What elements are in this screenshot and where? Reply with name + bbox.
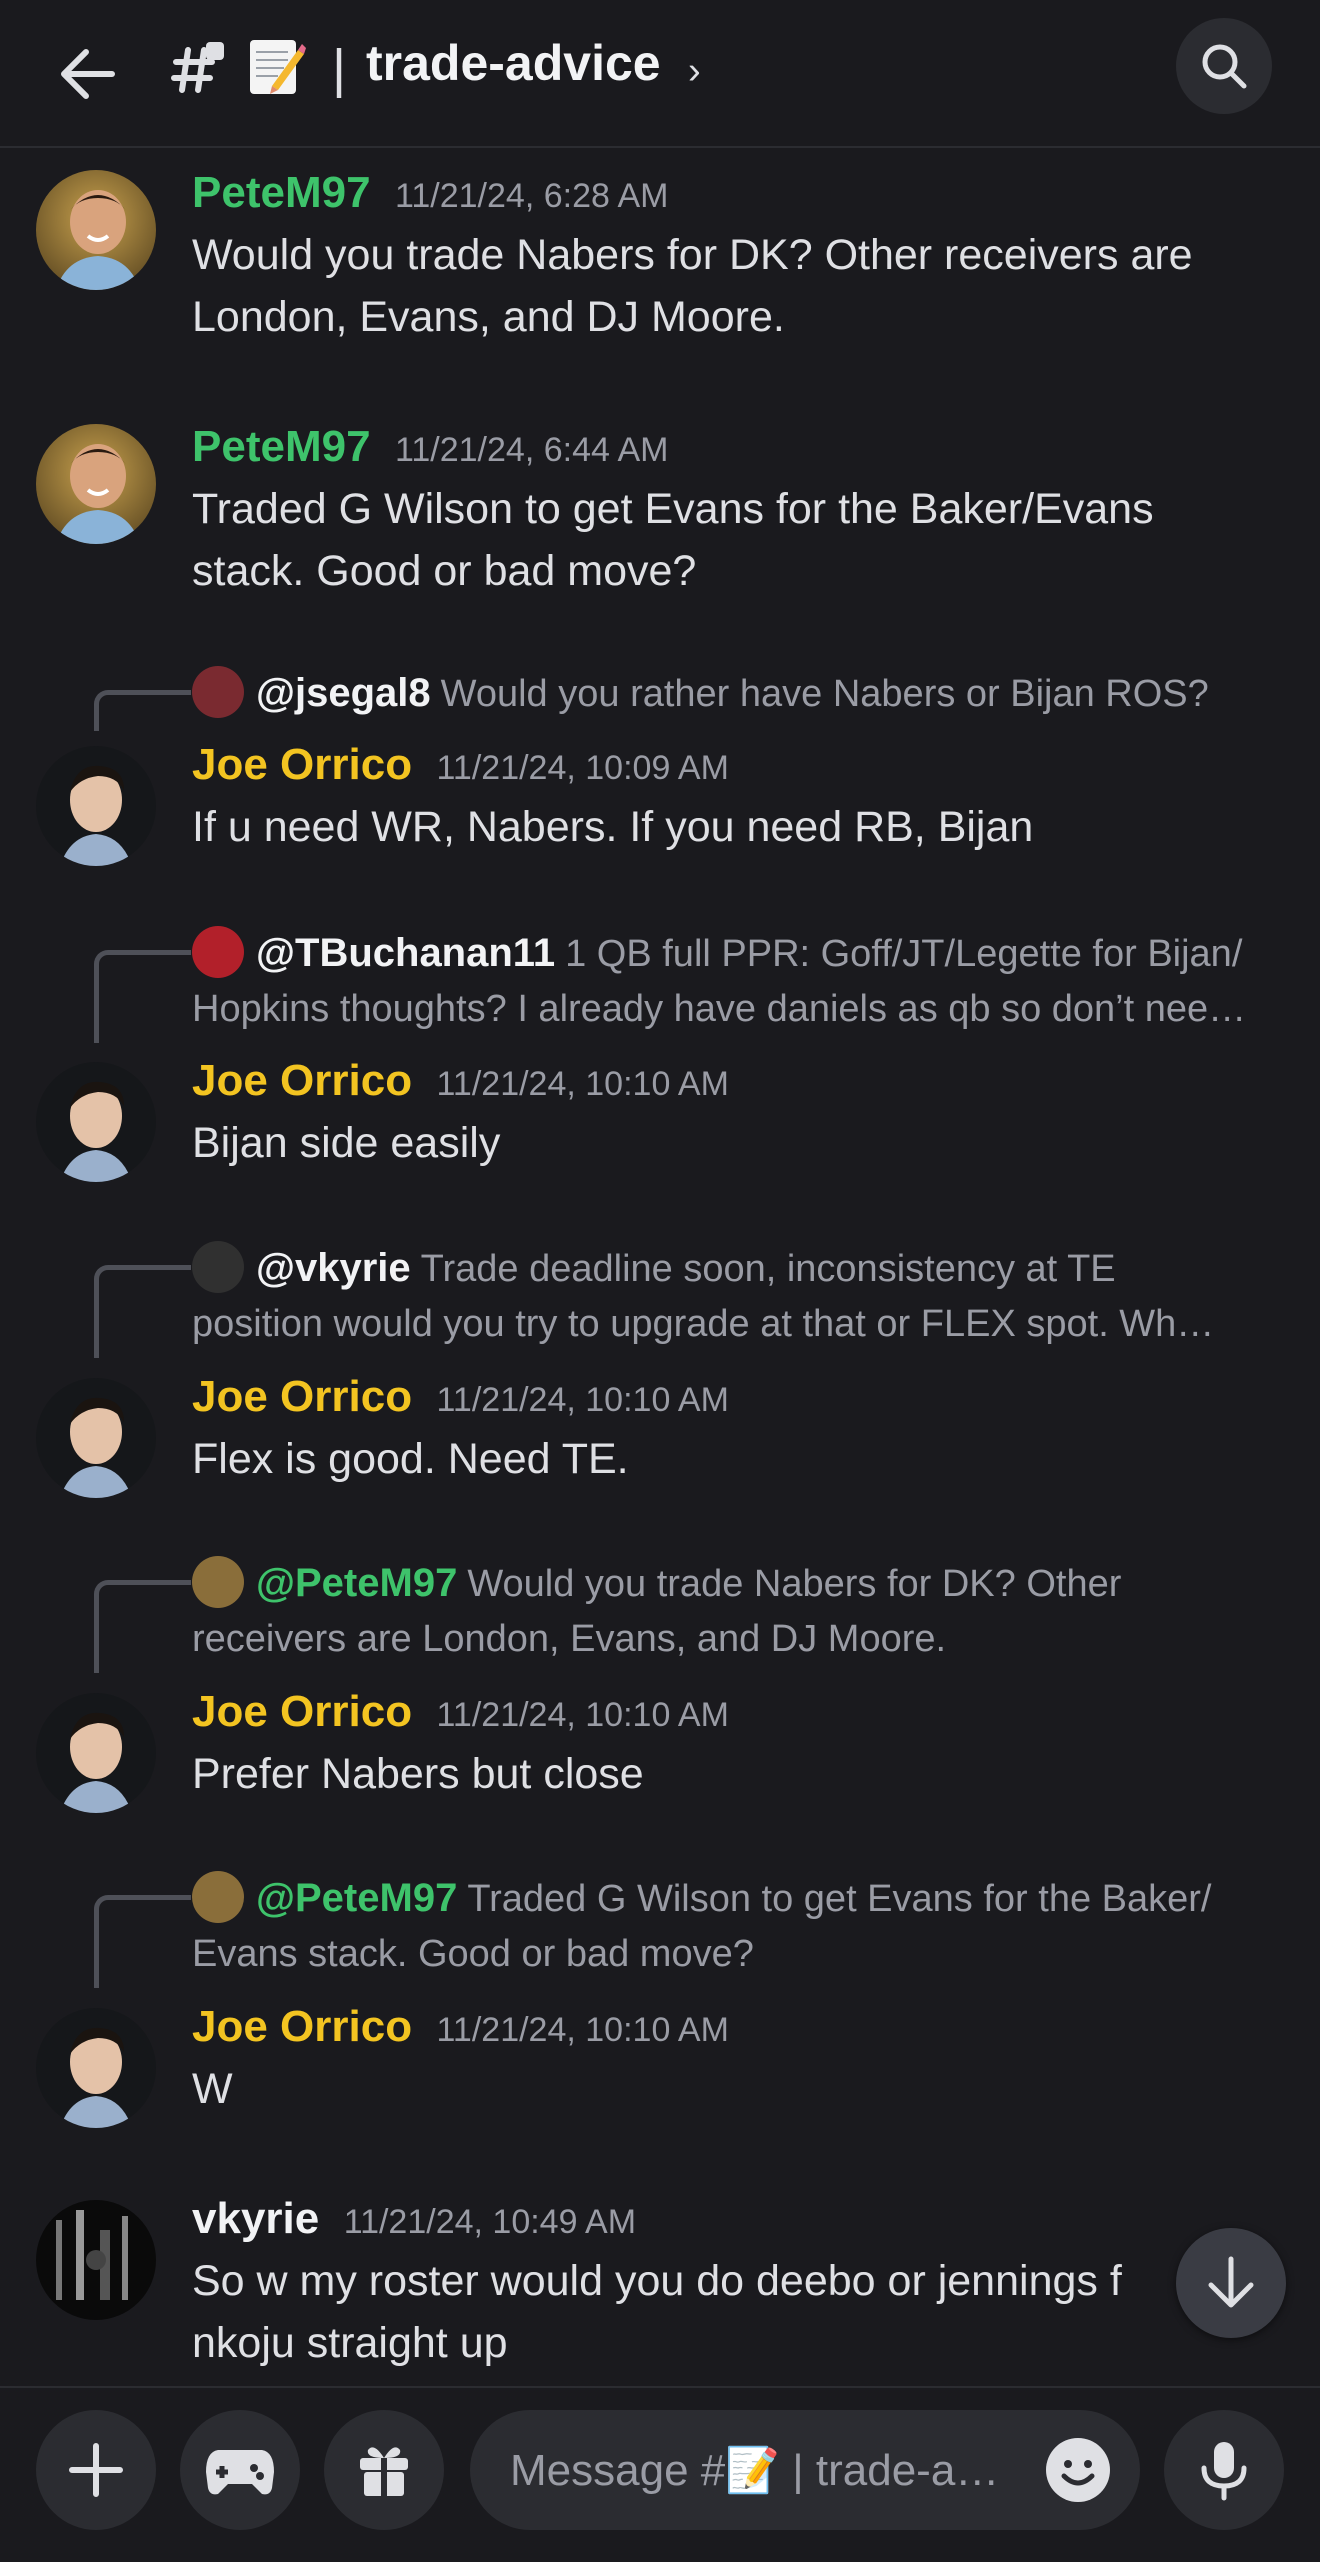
header-separator: | [332, 39, 347, 99]
reply-connector [94, 690, 191, 731]
channel-name[interactable]: trade-advice [366, 34, 661, 92]
gift-icon [360, 2447, 408, 2496]
reply-reference[interactable]: @vkyrie Trade deadline soon, inconsistenc… [192, 1241, 1280, 1351]
avatar[interactable] [36, 1062, 156, 1182]
reply-avatar [192, 665, 244, 718]
reply-preview: Traded G Wilson to get Evans for the Bak… [467, 1878, 1212, 1920]
reply-avatar [192, 926, 244, 978]
reply-preview: Trade deadline soon, inconsistency at TE [420, 1248, 1116, 1290]
message-input[interactable]: Message #📝 | trade-a… [470, 2410, 1140, 2530]
message-text: So w my roster would you do deebo or jen… [192, 2250, 1320, 2374]
search-icon [1202, 44, 1247, 89]
message-author[interactable]: vkyrie 11/21/24, 10:49 AM [192, 2194, 636, 2244]
reply-connector [94, 1580, 191, 1673]
channel-header: | trade-advice › [0, 0, 1320, 148]
reply-preview: 1 QB full PPR: Goff/JT/Legette for Bijan… [565, 933, 1243, 975]
message-text: Prefer Nabers but close [192, 1750, 644, 1798]
message-author[interactable]: Joe Orrico 11/21/24, 10:10 AM [192, 1056, 729, 1106]
message-author[interactable]: Joe Orrico 11/21/24, 10:10 AM [192, 2002, 729, 2052]
message-timestamp: 11/21/24, 10:10 AM [436, 1696, 729, 1734]
message-author[interactable]: PeteM97 11/21/24, 6:44 AM [192, 422, 668, 472]
avatar[interactable] [36, 2008, 156, 2128]
avatar[interactable] [36, 2200, 156, 2320]
reply-reference[interactable]: @PeteM97 Would you trade Nabers for DK? O… [192, 1556, 1280, 1666]
reply-connector [94, 1895, 191, 1988]
activities-button[interactable] [180, 2410, 300, 2530]
chevron-right-icon[interactable]: › [688, 50, 701, 93]
message-timestamp: 11/21/24, 10:49 AM [343, 2203, 637, 2241]
reply-preview: position would you try to upgrade at tha… [192, 1302, 1215, 1345]
message-input-placeholder: Message #📝 | trade-a… [510, 2446, 1000, 2495]
reply-author[interactable]: @PeteM97 [256, 1876, 457, 1920]
reply-author[interactable]: @PeteM97 [256, 1561, 457, 1605]
voice-message-button[interactable] [1164, 2410, 1284, 2530]
message-composer: Message #📝 | trade-a… [0, 2386, 1320, 2562]
reply-reference[interactable]: @PeteM97 Traded G Wilson to get Evans for… [192, 1871, 1280, 1981]
add-attachment-button[interactable] [36, 2410, 156, 2530]
avatar[interactable] [36, 424, 156, 544]
back-arrow-icon[interactable] [48, 36, 124, 112]
message-text: If u need WR, Nabers. If you need RB, Bi… [192, 803, 1034, 851]
message-text-line: nkoju straight up [192, 2319, 508, 2367]
reply-preview: Hopkins thoughts? I already have daniels… [192, 987, 1247, 1030]
reply-reference[interactable]: @jsegal8 Would you rather have Nabers or … [192, 665, 1280, 722]
reply-avatar [192, 1241, 244, 1293]
message-author[interactable]: Joe Orrico 11/21/24, 10:09 AM [192, 740, 729, 790]
message-text: Flex is good. Need TE. [192, 1435, 629, 1483]
message-text: Bijan side easily [192, 1119, 501, 1167]
reply-preview: Would you rather have Nabers or Bijan RO… [440, 673, 1209, 715]
plus-icon [69, 2443, 123, 2497]
emoji-icon[interactable] [1046, 2438, 1110, 2502]
message-text: Would you trade Nabers for DK? Other rec… [192, 231, 1193, 341]
message-text: Traded G Wilson to get Evans for the Bak… [192, 485, 1154, 595]
message-author[interactable]: PeteM97 11/21/24, 6:28 AM [192, 168, 668, 218]
reply-avatar [192, 1871, 244, 1923]
reply-preview: receivers are London, Evans, and DJ Moor… [192, 1617, 947, 1660]
jump-to-present-button[interactable] [1176, 2228, 1286, 2338]
reply-avatar [192, 1556, 244, 1608]
avatar[interactable] [36, 170, 156, 290]
arrow-down-icon [1208, 2256, 1254, 2308]
avatar[interactable] [36, 746, 156, 866]
memo-emoji-icon [248, 36, 306, 98]
avatar[interactable] [36, 1378, 156, 1498]
message-timestamp: 11/21/24, 10:10 AM [436, 1065, 729, 1103]
gift-button[interactable] [324, 2410, 444, 2530]
reply-author[interactable]: @TBuchanan11 [256, 931, 555, 975]
reply-author[interactable]: @jsegal8 [256, 671, 431, 715]
microphone-icon [1201, 2442, 1247, 2501]
message-author[interactable]: Joe Orrico 11/21/24, 10:10 AM [192, 1372, 729, 1422]
reply-preview: Evans stack. Good or bad move? [192, 1932, 754, 1975]
message-text: W [192, 2065, 233, 2113]
search-button[interactable] [1176, 18, 1272, 114]
reply-author[interactable]: @vkyrie [256, 1246, 411, 1290]
text-channel-icon [168, 38, 228, 98]
avatar[interactable] [36, 1693, 156, 1813]
message-text-line: So w my roster would you do deebo or jen… [192, 2257, 1122, 2305]
message-timestamp: 11/21/24, 10:10 AM [436, 2011, 729, 2049]
reply-reference[interactable]: @TBuchanan11 1 QB full PPR: Goff/JT/Leget… [192, 926, 1280, 1036]
reply-connector [94, 1265, 191, 1358]
message-author[interactable]: Joe Orrico 11/21/24, 10:10 AM [192, 1687, 729, 1737]
message-timestamp: 11/21/24, 6:28 AM [395, 177, 669, 215]
message-timestamp: 11/21/24, 10:10 AM [436, 1381, 729, 1419]
gamepad-icon [206, 2450, 274, 2495]
reply-preview: Would you trade Nabers for DK? Other [467, 1563, 1122, 1605]
reply-connector [94, 950, 191, 1043]
message-timestamp: 11/21/24, 10:09 AM [436, 749, 729, 787]
message-timestamp: 11/21/24, 6:44 AM [395, 431, 669, 469]
